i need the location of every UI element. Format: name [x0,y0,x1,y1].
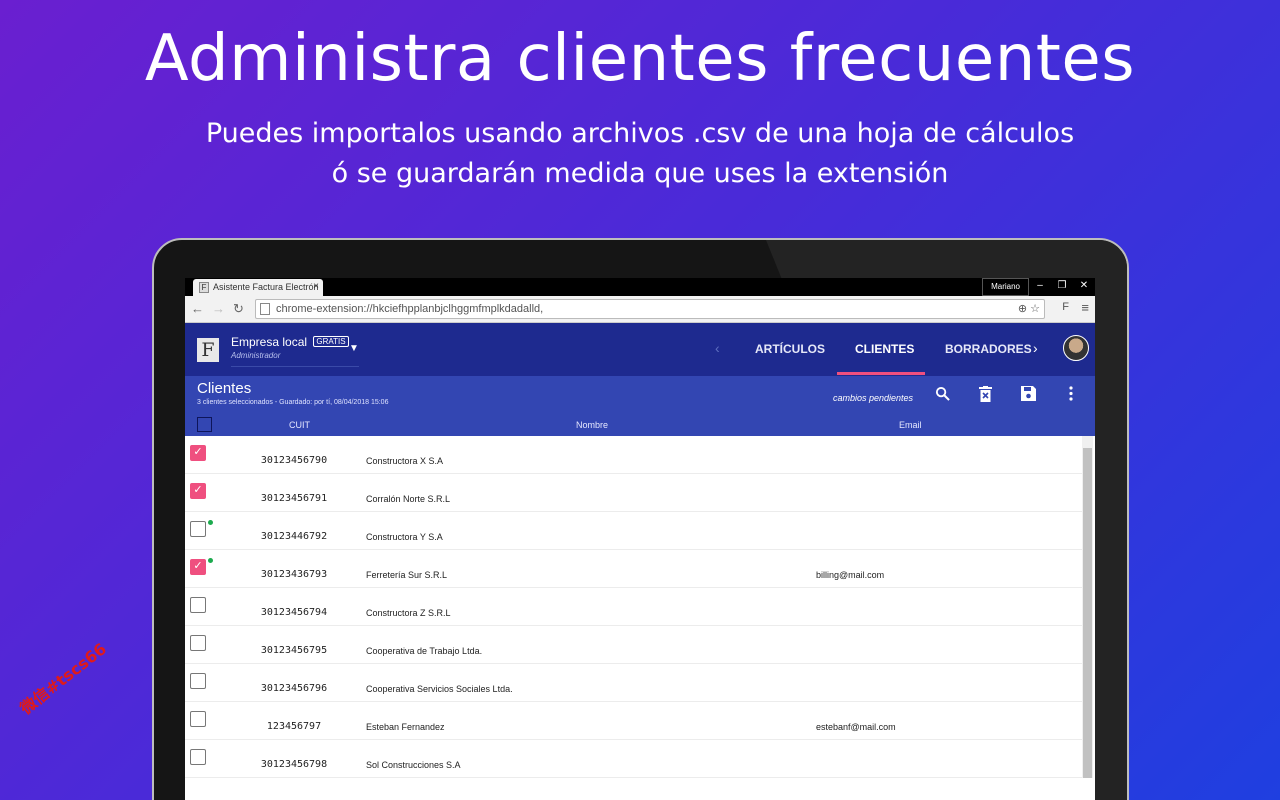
cuit-cell[interactable]: 30123456798 [229,759,359,770]
tab-clientes[interactable]: CLIENTES [855,342,914,356]
table-header: CUIT Nombre Email [185,414,1095,436]
url-text: chrome-extension://hkciefhpplanbjclhggmf… [276,303,544,315]
page-icon [260,303,270,315]
row-checkbox[interactable]: ✓ [190,445,206,461]
table-row[interactable]: ✓ 30123456790 Constructora X S.A [185,436,1095,474]
nombre-cell[interactable]: Ferretería Sur S.R.L [366,570,447,580]
clients-table-body: ✓ 30123456790 Constructora X S.A ✓ 301234567… [185,436,1095,778]
row-checkbox[interactable]: ✓ [190,483,206,499]
nombre-cell[interactable]: Constructora X S.A [366,456,443,466]
forward-icon[interactable]: → [212,301,225,317]
cuit-cell[interactable]: 30123446792 [229,531,359,542]
close-window-button[interactable]: ✕ [1073,278,1095,296]
column-header-nombre[interactable]: Nombre [576,420,608,430]
row-checkbox[interactable] [190,597,206,613]
row-checkbox[interactable] [190,749,206,765]
modified-dot-icon [208,520,213,525]
chevron-left-icon[interactable]: ‹ [715,340,720,356]
user-role: Administrador [231,351,281,360]
caret-down-icon[interactable]: ▼ [349,343,359,354]
table-row[interactable]: ✓ 30123456791 Corralón Norte S.R.L [185,474,1095,512]
nombre-cell[interactable]: Esteban Fernandez [366,722,445,732]
save-icon[interactable] [1021,386,1036,404]
clients-toolbar: Clientes 3 clientes seleccionados - Guar… [185,376,1095,414]
cuit-cell[interactable]: 30123456790 [229,455,359,466]
chrome-user-button[interactable]: Mariano [982,278,1029,296]
select-all-checkbox[interactable] [197,417,212,432]
table-row[interactable]: 123456797 Esteban Fernandez estebanf@mail.… [185,702,1095,740]
selection-status: 3 clientes seleccionados - Guardado: por… [197,399,389,406]
extension-icon[interactable]: F [1062,301,1069,313]
modified-dot-icon [208,558,213,563]
row-checkbox[interactable] [190,635,206,651]
cuit-cell[interactable]: 30123456791 [229,493,359,504]
row-checkbox[interactable] [190,711,206,727]
cuit-cell[interactable]: 30123456796 [229,683,359,694]
chrome-menu-icon[interactable]: ≡ [1081,300,1089,315]
table-row[interactable]: 30123456798 Sol Construcciones S.A [185,740,1095,778]
more-vert-icon[interactable] [1069,386,1073,404]
nombre-cell[interactable]: Constructora Z S.R.L [366,608,451,618]
tab-close-icon[interactable]: × [313,281,319,292]
email-cell[interactable]: estebanf@mail.com [816,722,896,732]
app-screen: F Asistente Factura Electrón × Mariano –… [185,278,1095,800]
headline: Administra clientes frecuentes [144,22,1136,96]
browser-tabstrip: F Asistente Factura Electrón × Mariano –… [185,278,1095,296]
back-icon[interactable]: ← [191,301,204,317]
subtitle-line-1: Puedes importalos usando archivos .csv d… [205,118,1075,149]
avatar[interactable] [1063,335,1089,361]
cuit-cell[interactable]: 123456797 [229,721,359,732]
cuit-cell[interactable]: 30123456795 [229,645,359,656]
email-cell[interactable]: billing@mail.com [816,570,884,580]
delete-icon[interactable] [979,386,992,405]
url-input[interactable]: chrome-extension://hkciefhpplanbjclhggmf… [255,299,1045,319]
table-row[interactable]: 30123456796 Cooperativa Servicios Sociale… [185,664,1095,702]
window-controls: Mariano – ❐ ✕ [982,278,1095,296]
company-underline [231,366,359,367]
row-checkbox[interactable]: ✓ [190,559,206,575]
app-logo: F [197,338,219,362]
column-header-cuit[interactable]: CUIT [289,420,310,430]
page-title: Clientes [197,380,252,397]
table-row[interactable]: 30123456795 Cooperativa de Trabajo Ltda. [185,626,1095,664]
tab-borradores[interactable]: BORRADORES [945,342,1032,356]
nombre-cell[interactable]: Cooperativa de Trabajo Ltda. [366,646,482,656]
watermark-stamp: 微信#tscs66 [16,639,111,719]
table-row[interactable]: ✓ 30123436793 Ferretería Sur S.R.L billing@… [185,550,1095,588]
address-bar: ← → ↻ chrome-extension://hkciefhpplanbjc… [185,296,1095,323]
zoom-bookmark-icons[interactable]: ⊕ ☆ [1018,302,1040,315]
nombre-cell[interactable]: Constructora Y S.A [366,532,443,542]
plan-badge: GRATIS [313,336,349,347]
pending-changes-label: cambios pendientes [833,393,914,403]
nombre-cell[interactable]: Cooperativa Servicios Sociales Ltda. [366,684,513,694]
chevron-right-icon[interactable]: › [1033,340,1038,356]
app-header: F Empresa local GRATIS Administrador ▼ ‹… [185,323,1095,376]
company-selector[interactable]: Empresa local GRATIS [231,335,349,349]
search-icon[interactable] [935,386,950,404]
active-tab-indicator [837,372,925,375]
cuit-cell[interactable]: 30123456794 [229,607,359,618]
subtitle-line-2: ó se guardarán medida que uses la extens… [331,158,949,189]
row-checkbox[interactable] [190,673,206,689]
company-name: Empresa local [231,335,308,349]
tab-articulos[interactable]: ARTÍCULOS [755,342,825,356]
row-checkbox[interactable] [190,521,206,537]
browser-tab[interactable]: F Asistente Factura Electrón × [193,279,323,296]
favicon-icon: F [199,282,209,293]
minimize-button[interactable]: – [1029,278,1051,296]
row-divider [185,777,1082,778]
nombre-cell[interactable]: Sol Construcciones S.A [366,760,461,770]
browser-tab-title: Asistente Factura Electrón [213,282,319,292]
cuit-cell[interactable]: 30123436793 [229,569,359,580]
nombre-cell[interactable]: Corralón Norte S.R.L [366,494,450,504]
table-row[interactable]: 30123456794 Constructora Z S.R.L [185,588,1095,626]
column-header-email[interactable]: Email [899,420,922,430]
table-row[interactable]: 30123446792 Constructora Y S.A [185,512,1095,550]
restore-button[interactable]: ❐ [1051,278,1073,296]
reload-icon[interactable]: ↻ [233,301,244,317]
